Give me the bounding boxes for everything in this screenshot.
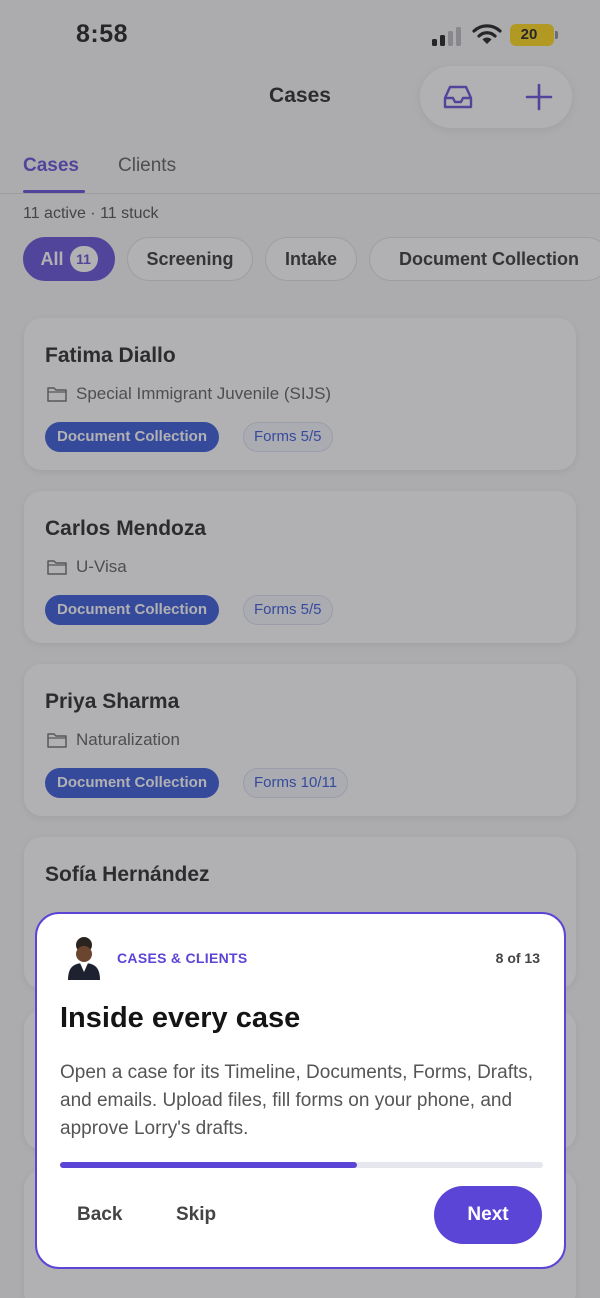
tour-step-counter: 8 of 13 xyxy=(495,950,540,966)
tour-progress-bar xyxy=(60,1162,543,1168)
tour-title: Inside every case xyxy=(60,1002,301,1034)
tour-body: Open a case for its Timeline, Documents,… xyxy=(60,1062,534,1139)
tour-section-label: CASES & CLIENTS xyxy=(117,950,248,966)
tour-progress-fill xyxy=(60,1162,358,1168)
tour-popup: CASES & CLIENTS 8 of 13 Inside every cas… xyxy=(35,912,566,1269)
skip-button[interactable]: Skip xyxy=(176,1204,216,1226)
back-button[interactable]: Back xyxy=(77,1204,122,1226)
guide-avatar xyxy=(68,937,100,980)
next-button[interactable]: Next xyxy=(434,1186,542,1244)
